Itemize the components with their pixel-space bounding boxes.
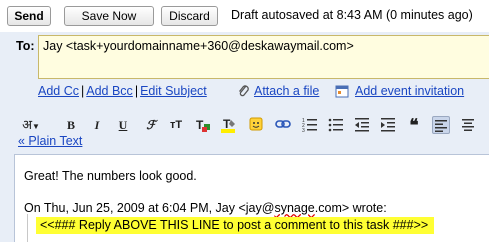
to-value: Jay <task+yourdomainname+360@deskawaymai… <box>43 39 354 53</box>
chevron-down-icon: ▼ <box>32 122 40 131</box>
quoted-text-block: <<### Reply ABOVE THIS LINE to post a co… <box>27 214 489 242</box>
bold-icon[interactable]: B <box>64 116 78 134</box>
italic-icon[interactable]: I <box>90 116 104 134</box>
attach-file-link[interactable]: Attach a file <box>254 84 319 98</box>
formatting-toolbar: अ▼ B I U ℱ ᴛT T T 123 ❝ <box>18 116 489 136</box>
add-cc-link[interactable]: Add Cc <box>38 84 79 98</box>
add-event-invitation-link[interactable]: Add event invitation <box>355 84 464 98</box>
compose-panel: To: Jay <task+yourdomainname+360@deskawa… <box>0 32 489 242</box>
align-left-icon[interactable] <box>432 116 450 134</box>
to-field[interactable]: Jay <task+yourdomainname+360@deskawaymai… <box>38 35 489 79</box>
numbered-list-icon[interactable]: 123 <box>302 116 318 134</box>
align-center-icon[interactable] <box>460 116 476 134</box>
add-bcc-link[interactable]: Add Bcc <box>86 84 133 98</box>
discard-button[interactable]: Discard <box>161 6 218 26</box>
quote-icon[interactable]: ❝ <box>406 116 422 135</box>
text-color-icon[interactable]: T <box>194 116 212 134</box>
text-size-icon[interactable]: ᴛT <box>166 116 186 134</box>
send-button[interactable]: Send <box>7 6 51 26</box>
reply-marker: <<### Reply ABOVE THIS LINE to post a co… <box>36 217 435 234</box>
quote-header: On Thu, Jun 25, 2009 at 6:04 PM, Jay <ja… <box>24 201 387 215</box>
link-separator: | <box>134 84 139 98</box>
highlight-icon[interactable]: T <box>220 116 238 134</box>
bulleted-list-icon[interactable] <box>328 116 344 134</box>
underline-icon[interactable]: U <box>116 116 130 134</box>
compose-links: Add Cc | Add Bcc | Edit Subject <box>38 84 207 98</box>
indent-more-icon[interactable] <box>380 116 396 134</box>
link-icon[interactable] <box>274 116 292 134</box>
svg-text:3: 3 <box>302 128 305 132</box>
message-body-editor[interactable]: Great! The numbers look good. On Thu, Ju… <box>14 154 489 242</box>
save-now-button[interactable]: Save Now <box>64 6 154 26</box>
plain-text-link[interactable]: « Plain Text <box>18 134 82 148</box>
font-label: अ <box>22 117 32 132</box>
body-greeting: Great! The numbers look good. <box>24 169 197 183</box>
emoticon-icon[interactable] <box>248 116 264 134</box>
calendar-icon <box>335 84 349 98</box>
font-menu[interactable]: अ▼ <box>20 116 42 134</box>
compose-action-bar: Send Save Now Discard Draft autosaved at… <box>0 0 489 32</box>
indent-less-icon[interactable] <box>354 116 370 134</box>
font-icon[interactable]: ℱ <box>142 116 160 134</box>
edit-subject-link[interactable]: Edit Subject <box>140 84 207 98</box>
autosave-status: Draft autosaved at 8:43 AM (0 minutes ag… <box>231 8 473 22</box>
quote-header-prefix: On Thu, Jun 25, 2009 at 6:04 PM, Jay <ja… <box>24 201 275 215</box>
to-label: To: <box>16 39 35 53</box>
paperclip-icon <box>237 84 251 98</box>
quote-header-suffix: .com> wrote: <box>314 201 387 215</box>
quote-header-domain: synage <box>274 201 315 215</box>
